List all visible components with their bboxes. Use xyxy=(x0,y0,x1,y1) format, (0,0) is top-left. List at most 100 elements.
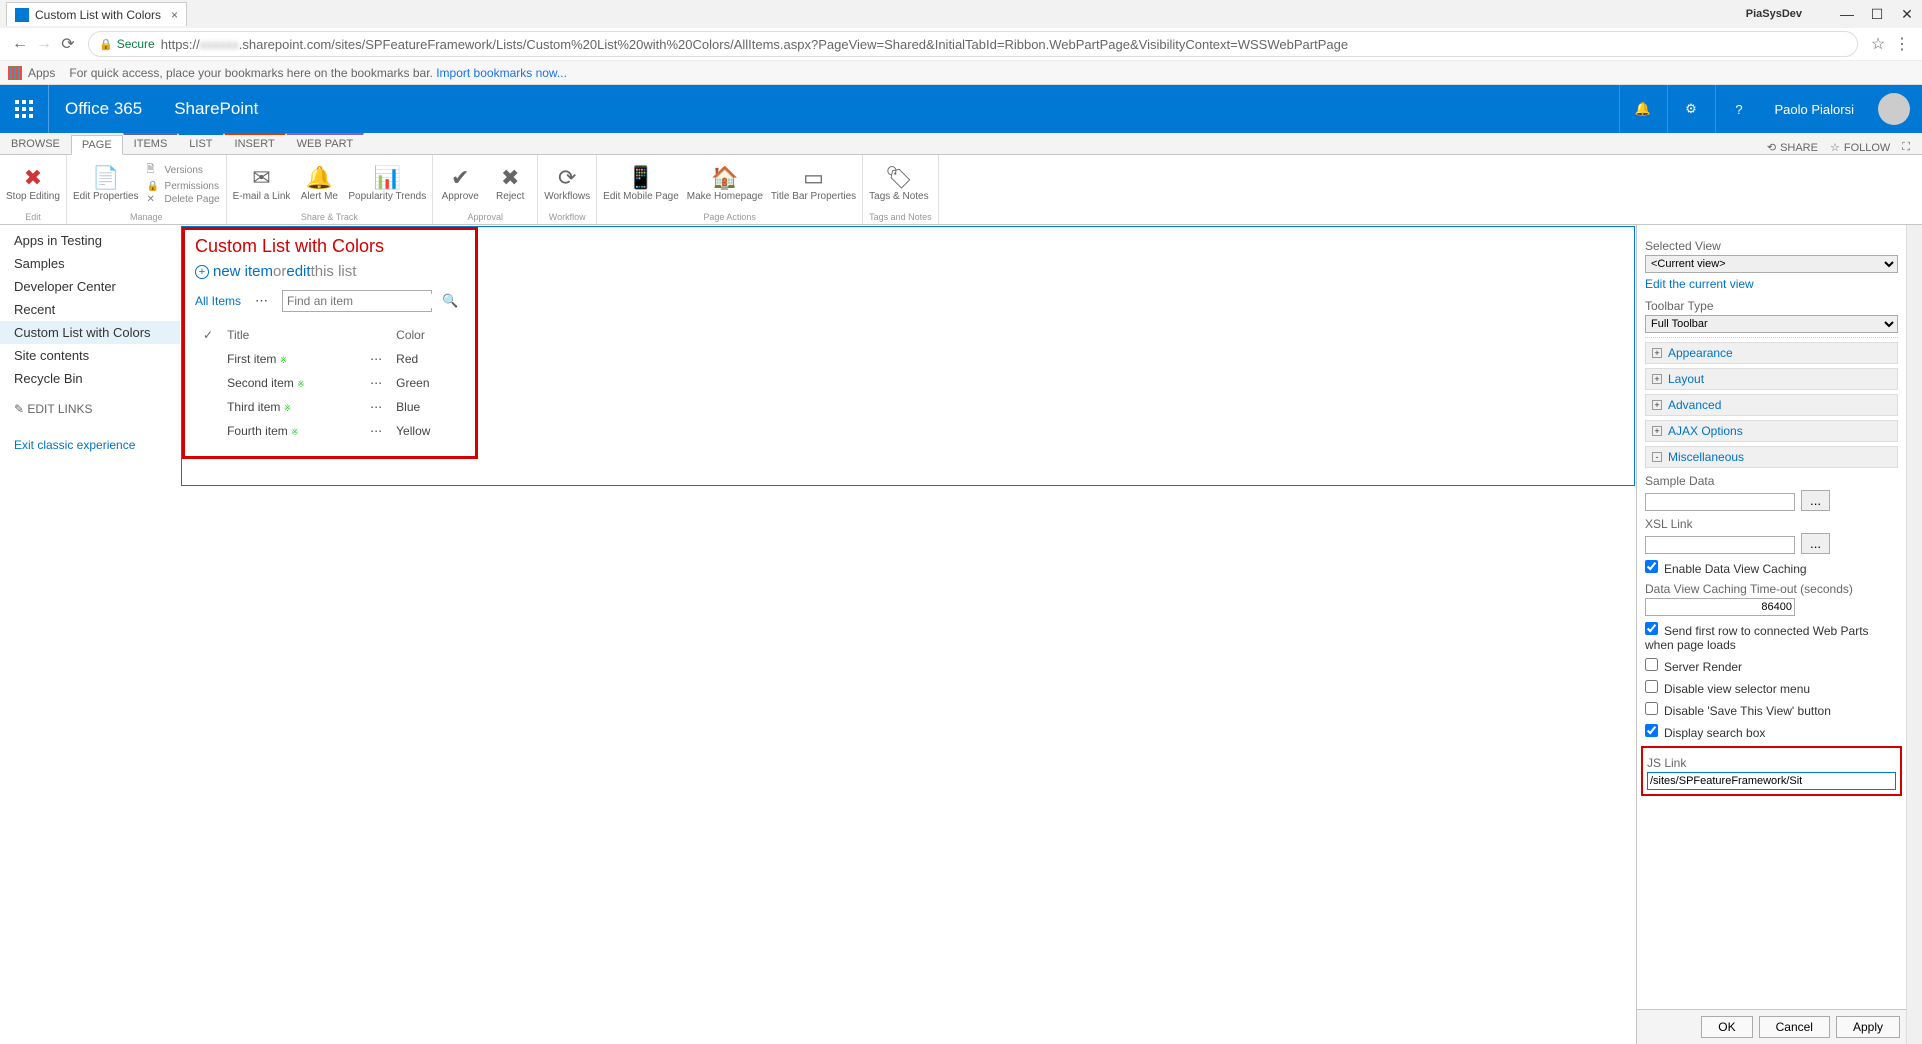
titlebar-button[interactable]: ▭Title Bar Properties xyxy=(771,165,856,202)
stop-editing-button[interactable]: ✖Stop Editing xyxy=(6,165,60,202)
tab-list[interactable]: LIST xyxy=(178,133,223,154)
view-all-items[interactable]: All Items xyxy=(195,294,241,308)
scrollbar[interactable] xyxy=(1906,225,1922,1044)
fullscreen-button[interactable]: ⛶ xyxy=(1902,141,1910,154)
edit-links-button[interactable]: ✎ EDIT LINKS xyxy=(0,390,180,428)
follow-button[interactable]: ☆FOLLOW xyxy=(1830,141,1890,154)
apply-button[interactable]: Apply xyxy=(1836,1016,1900,1038)
tab-items[interactable]: ITEMS xyxy=(123,133,179,154)
popularity-button[interactable]: 📊Popularity Trends xyxy=(348,165,426,202)
table-row[interactable]: Second item ※⋯Green xyxy=(197,372,463,394)
browser-menu-icon[interactable]: ⋮ xyxy=(1890,34,1914,54)
table-row[interactable]: First item ※⋯Red xyxy=(197,348,463,370)
cache-timeout-input[interactable] xyxy=(1645,598,1795,616)
col-color[interactable]: Color xyxy=(390,324,463,346)
help-button[interactable]: ? xyxy=(1715,85,1763,133)
workflows-button[interactable]: ⟳Workflows xyxy=(544,165,590,202)
tab-browse[interactable]: BROWSE xyxy=(0,134,71,154)
minimize-button[interactable]: — xyxy=(1832,6,1862,22)
view-menu-icon[interactable]: ⋯ xyxy=(255,293,268,309)
ok-button[interactable]: OK xyxy=(1701,1016,1752,1038)
search-box[interactable]: 🔍 xyxy=(282,290,432,312)
import-bookmarks-link[interactable]: Import bookmarks now... xyxy=(436,66,567,80)
tags-notes-button[interactable]: 🏷Tags & Notes xyxy=(869,165,928,202)
back-button[interactable]: ← xyxy=(8,35,32,53)
item-menu-icon[interactable]: ⋯ xyxy=(364,420,388,442)
user-avatar[interactable] xyxy=(1878,93,1910,125)
product-label[interactable]: SharePoint xyxy=(158,85,274,133)
xsl-link-browse[interactable]: ... xyxy=(1801,533,1830,554)
edit-properties-button[interactable]: 📄Edit Properties xyxy=(73,165,139,202)
search-input[interactable] xyxy=(287,294,442,308)
item-menu-icon[interactable]: ⋯ xyxy=(364,396,388,418)
nav-item[interactable]: Recent xyxy=(0,298,180,321)
reload-button[interactable]: ⟳ xyxy=(56,34,80,54)
server-render-check[interactable] xyxy=(1645,658,1658,671)
sample-data-input[interactable] xyxy=(1645,493,1795,511)
reject-button[interactable]: ✖Reject xyxy=(489,165,531,202)
new-item-link[interactable]: new item xyxy=(213,263,273,280)
alert-me-button[interactable]: 🔔Alert Me xyxy=(298,165,340,202)
tab-page[interactable]: PAGE xyxy=(71,135,123,155)
selected-view-label: Selected View xyxy=(1645,239,1898,253)
webpart-title: Custom List with Colors xyxy=(195,236,465,257)
col-check[interactable]: ✓ xyxy=(197,324,219,346)
address-bar[interactable]: Secure https://xxxxxx.sharepoint.com/sit… xyxy=(88,31,1858,57)
sample-data-browse[interactable]: ... xyxy=(1801,490,1830,511)
col-title[interactable]: Title xyxy=(221,324,362,346)
delete-page-button[interactable]: ✕Delete Page xyxy=(147,193,220,206)
item-menu-icon[interactable]: ⋯ xyxy=(364,348,388,370)
permissions-button[interactable]: 🔒Permissions xyxy=(147,180,220,193)
toolbar-type-select[interactable]: Full Toolbar xyxy=(1645,315,1898,333)
edit-list-link[interactable]: edit xyxy=(286,263,310,280)
cancel-button[interactable]: Cancel xyxy=(1759,1016,1830,1038)
make-homepage-button[interactable]: 🏠Make Homepage xyxy=(687,165,763,202)
edit-mobile-button[interactable]: 📱Edit Mobile Page xyxy=(603,165,679,202)
selected-view-select[interactable]: <Current view> xyxy=(1645,255,1898,273)
expand-advanced[interactable]: +Advanced xyxy=(1645,394,1898,416)
settings-button[interactable]: ⚙ xyxy=(1667,85,1715,133)
disable-save-view-check[interactable] xyxy=(1645,702,1658,715)
search-icon[interactable]: 🔍 xyxy=(442,293,458,309)
apps-button[interactable]: Apps xyxy=(8,66,55,80)
brand-label[interactable]: Office 365 xyxy=(48,85,158,133)
maximize-button[interactable]: ☐ xyxy=(1862,6,1892,23)
app-launcher-button[interactable] xyxy=(0,85,48,133)
email-link-button[interactable]: ✉E-mail a Link xyxy=(233,165,291,202)
approve-button[interactable]: ✔Approve xyxy=(439,165,481,202)
nav-item[interactable]: Samples xyxy=(0,252,180,275)
nav-item[interactable]: Apps in Testing xyxy=(0,229,180,252)
notifications-button[interactable]: 🔔 xyxy=(1619,85,1667,133)
edit-view-link[interactable]: Edit the current view xyxy=(1645,277,1898,291)
forward-button[interactable]: → xyxy=(32,35,56,53)
item-menu-icon[interactable]: ⋯ xyxy=(364,372,388,394)
send-first-row-check[interactable] xyxy=(1645,622,1658,635)
nav-item[interactable]: Site contents xyxy=(0,344,180,367)
nav-item-current[interactable]: Custom List with Colors xyxy=(0,321,180,344)
nav-item[interactable]: Recycle Bin xyxy=(0,367,180,390)
table-row[interactable]: Fourth item ※⋯Yellow xyxy=(197,420,463,442)
nav-item[interactable]: Developer Center xyxy=(0,275,180,298)
user-name[interactable]: Paolo Pialorsi xyxy=(1763,102,1867,117)
tab-webpart[interactable]: WEB PART xyxy=(286,133,364,154)
js-link-input[interactable] xyxy=(1647,772,1896,790)
xsl-link-input[interactable] xyxy=(1645,536,1795,554)
table-row[interactable]: Third item ※⋯Blue xyxy=(197,396,463,418)
expand-misc[interactable]: -Miscellaneous xyxy=(1645,446,1898,468)
expand-appearance[interactable]: +Appearance xyxy=(1645,342,1898,364)
expand-ajax[interactable]: +AJAX Options xyxy=(1645,420,1898,442)
sync-button[interactable]: ⟲SHARE xyxy=(1767,141,1818,154)
versions-button[interactable]: 🗎Versions xyxy=(147,161,220,180)
webpart-zone[interactable]: Custom List with Colors + new item or ed… xyxy=(181,226,1635,486)
tab-insert[interactable]: INSERT xyxy=(224,133,286,154)
exit-classic-link[interactable]: Exit classic experience xyxy=(0,428,180,462)
display-search-check[interactable] xyxy=(1645,724,1658,737)
close-window-button[interactable]: ✕ xyxy=(1892,6,1922,23)
expand-layout[interactable]: +Layout xyxy=(1645,368,1898,390)
browser-tab[interactable]: Custom List with Colors × xyxy=(6,2,187,26)
plus-icon[interactable]: + xyxy=(195,265,209,279)
bookmark-star-icon[interactable]: ☆ xyxy=(1866,34,1890,54)
enable-cache-check[interactable] xyxy=(1645,560,1658,573)
tab-close-icon[interactable]: × xyxy=(171,8,178,22)
disable-view-selector-check[interactable] xyxy=(1645,680,1658,693)
